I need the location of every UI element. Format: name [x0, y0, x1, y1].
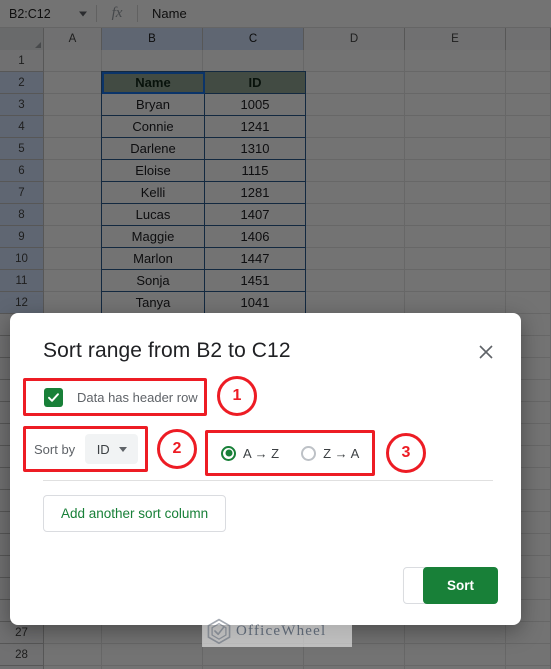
table-row: Maggie1406: [102, 226, 306, 248]
table-row: Eloise1115: [102, 160, 306, 182]
row-header-9[interactable]: 9: [0, 226, 44, 248]
column-header-c[interactable]: C: [203, 28, 304, 50]
row-header-28[interactable]: 28: [0, 644, 44, 666]
watermark: OfficeWheel: [202, 615, 352, 647]
watermark-text: OfficeWheel: [236, 623, 326, 640]
radio-off-icon: [301, 446, 316, 461]
grid-hline: [44, 665, 551, 666]
add-another-sort-column-button[interactable]: Add another sort column: [43, 495, 226, 532]
chevron-down-icon[interactable]: [79, 11, 87, 16]
table-cell[interactable]: Darlene: [102, 138, 205, 160]
table-cell[interactable]: 1310: [205, 138, 306, 160]
table-cell[interactable]: Marlon: [102, 248, 205, 270]
sort-by-group: Sort by ID: [23, 426, 148, 472]
radio-ascending-label: A → Z: [243, 446, 279, 461]
sort-by-value: ID: [97, 442, 110, 457]
row-header-11[interactable]: 11: [0, 270, 44, 292]
column-header-d[interactable]: D: [304, 28, 405, 50]
column-header-b[interactable]: B: [102, 28, 203, 50]
table-row: Darlene1310: [102, 138, 306, 160]
formula-bar: B2:C12 fx Name: [0, 0, 551, 28]
sort-order-group: A → Z Z → A: [205, 430, 375, 476]
column-header-overflow: [506, 28, 551, 50]
close-icon[interactable]: [473, 339, 499, 365]
table-cell[interactable]: Maggie: [102, 226, 205, 248]
table-row: Bryan1005: [102, 94, 306, 116]
sort-by-inner: Sort by ID: [23, 426, 148, 472]
table-row: Kelli1281: [102, 182, 306, 204]
table-cell[interactable]: 1447: [205, 248, 306, 270]
table-row: Sonja1451: [102, 270, 306, 292]
table-row: Tanya1041: [102, 292, 306, 314]
table-row: Connie1241: [102, 116, 306, 138]
row-header-6[interactable]: 6: [0, 160, 44, 182]
fx-icon: fx: [97, 5, 137, 22]
name-box-value: B2:C12: [9, 7, 51, 21]
table-cell[interactable]: 1407: [205, 204, 306, 226]
table-header-cell[interactable]: ID: [205, 72, 306, 94]
row-header-10[interactable]: 10: [0, 248, 44, 270]
data-table: NameIDBryan1005Connie1241Darlene1310Eloi…: [101, 71, 306, 314]
table-cell[interactable]: Sonja: [102, 270, 205, 292]
divider: [43, 480, 493, 481]
sort-by-label: Sort by: [34, 442, 75, 457]
column-header-e[interactable]: E: [405, 28, 506, 50]
chevron-down-icon: [119, 447, 127, 452]
select-all-corner[interactable]: [0, 28, 44, 50]
row-header-12[interactable]: 12: [0, 292, 44, 314]
sort-by-dropdown[interactable]: ID: [85, 434, 138, 464]
table-cell[interactable]: 1281: [205, 182, 306, 204]
check-icon[interactable]: [44, 388, 63, 407]
row-header-7[interactable]: 7: [0, 182, 44, 204]
sort-order-inner: A → Z Z → A: [205, 430, 375, 476]
table-cell[interactable]: Lucas: [102, 204, 205, 226]
header-row-option: Data has header row: [33, 378, 217, 416]
dialog-title: Sort range from B2 to C12: [43, 339, 291, 363]
row-header-3[interactable]: 3: [0, 94, 44, 116]
table-cell[interactable]: 1406: [205, 226, 306, 248]
column-header-a[interactable]: A: [44, 28, 102, 50]
radio-descending-label: Z → A: [323, 446, 359, 461]
row-header-1[interactable]: 1: [0, 50, 44, 72]
row-header-27[interactable]: 27: [0, 622, 44, 644]
column-headers: ABCDE: [0, 28, 551, 50]
table-cell[interactable]: Eloise: [102, 160, 205, 182]
app-root: B2:C12 fx Name ABCDE 1234567891011121314…: [0, 0, 551, 669]
sort-button[interactable]: Sort: [423, 567, 498, 604]
row-header-5[interactable]: 5: [0, 138, 44, 160]
radio-descending[interactable]: Z → A: [301, 446, 359, 461]
row-header-2[interactable]: 2: [0, 72, 44, 94]
row-header-4[interactable]: 4: [0, 116, 44, 138]
table-header-cell[interactable]: Name: [102, 72, 205, 94]
table-cell[interactable]: Tanya: [102, 292, 205, 314]
table-cell[interactable]: 1041: [205, 292, 306, 314]
radio-on-icon: [221, 446, 236, 461]
table-row: Marlon1447: [102, 248, 306, 270]
table-cell[interactable]: 1451: [205, 270, 306, 292]
table-cell[interactable]: Kelli: [102, 182, 205, 204]
header-row-checkbox-group[interactable]: Data has header row: [33, 378, 217, 416]
table-cell[interactable]: 1241: [205, 116, 306, 138]
table-cell[interactable]: Bryan: [102, 94, 205, 116]
table-cell[interactable]: Connie: [102, 116, 205, 138]
table-cell[interactable]: 1115: [205, 160, 306, 182]
table-header-row: NameID: [102, 72, 306, 94]
formula-input[interactable]: Name: [138, 6, 187, 21]
radio-ascending[interactable]: A → Z: [221, 446, 279, 461]
hexagon-logo-icon: [206, 618, 232, 644]
table-cell[interactable]: 1005: [205, 94, 306, 116]
header-row-label: Data has header row: [77, 390, 198, 405]
name-box[interactable]: B2:C12: [0, 0, 96, 28]
table-row: Lucas1407: [102, 204, 306, 226]
row-header-8[interactable]: 8: [0, 204, 44, 226]
